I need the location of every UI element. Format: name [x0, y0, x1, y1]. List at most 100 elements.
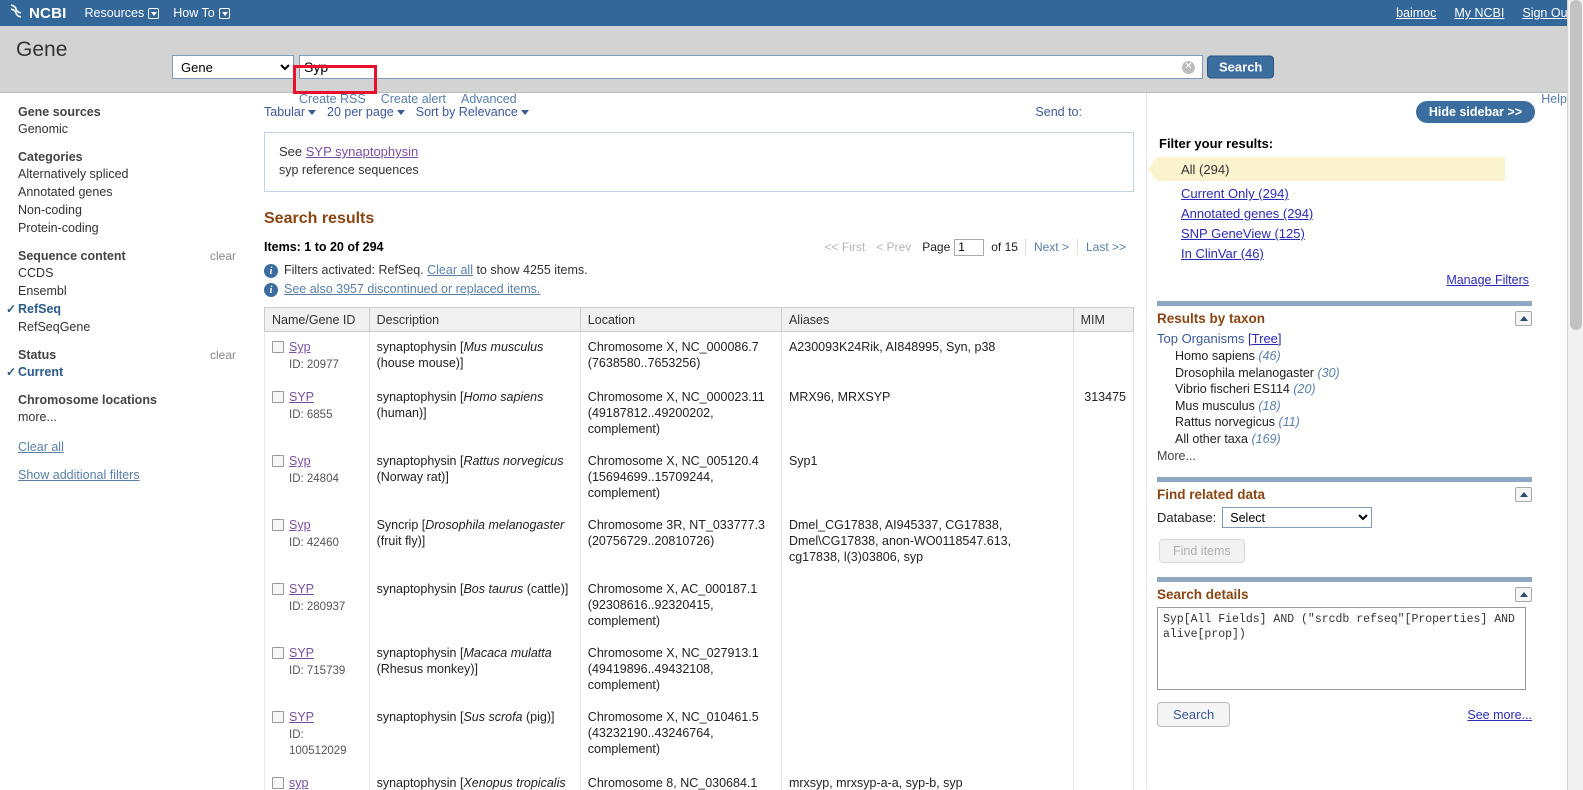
sort-dropdown[interactable]: Sort by Relevance — [416, 105, 529, 119]
species-name: Mus musculus — [463, 340, 544, 354]
col-header-location[interactable]: Location — [579, 307, 782, 332]
filter-link[interactable]: Annotated genes (294) — [1181, 206, 1555, 221]
display-format-dropdown[interactable]: Tabular — [264, 105, 316, 119]
filter-link[interactable]: Current Only (294) — [1181, 186, 1555, 201]
taxon-item[interactable]: Drosophila melanogaster (30) — [1157, 365, 1555, 382]
taxon-item[interactable]: Mus musculus (18) — [1157, 398, 1555, 415]
manage-filters-link[interactable]: Manage Filters — [1157, 273, 1555, 287]
facet-item[interactable]: RefSeq — [6, 300, 258, 318]
facet-item[interactable]: CCDS — [18, 264, 258, 282]
facet-item[interactable]: Alternatively spliced — [18, 165, 258, 183]
facet-clear-link[interactable]: clear — [210, 249, 236, 263]
species-name: Bos taurus — [463, 582, 524, 596]
filter-link[interactable]: In ClinVar (46) — [1181, 246, 1555, 261]
facet-item[interactable]: Protein-coding — [18, 219, 258, 237]
search-details-textarea[interactable] — [1157, 607, 1526, 690]
taxon-more-link[interactable]: More... — [1157, 449, 1555, 463]
gene-symbol-link[interactable]: Syp — [289, 518, 311, 532]
cell-description: Syncrip [Drosophila melanogaster (fruit … — [368, 510, 581, 574]
search-box[interactable]: ✕ — [299, 55, 1203, 79]
gene-symbol-link[interactable]: SYP — [289, 646, 314, 660]
gene-id-label: ID: 715739 — [289, 665, 346, 677]
details-search-button[interactable]: Search — [1157, 702, 1231, 727]
row-checkbox[interactable] — [272, 341, 284, 353]
row-checkbox[interactable] — [272, 711, 284, 723]
scrollbar-thumb[interactable] — [1570, 0, 1582, 330]
gene-symbol-link[interactable]: SYP — [289, 710, 314, 724]
filter-link[interactable]: SNP GeneView (125) — [1181, 226, 1555, 241]
taxon-item[interactable]: Vibrio fischeri ES114 (20) — [1157, 381, 1555, 398]
col-header-aliases[interactable]: Aliases — [780, 307, 1074, 332]
taxon-name: Rattus norvegicus — [1175, 415, 1276, 429]
page-number-input[interactable] — [954, 238, 985, 256]
facet-item[interactable]: Non-coding — [18, 201, 258, 219]
collapse-panel-icon[interactable] — [1515, 311, 1532, 326]
facet-item[interactable]: more... — [18, 408, 258, 426]
facet-item[interactable]: Annotated genes — [18, 183, 258, 201]
filter-all-active[interactable]: All (294) — [1148, 157, 1505, 181]
gene-cell: Syp ID: 20977 — [272, 339, 362, 373]
taxon-item[interactable]: Rattus norvegicus (11) — [1157, 414, 1555, 431]
facet-group-title: Status clear — [18, 348, 258, 362]
gene-cell: SYP ID: 100512029 — [272, 709, 362, 759]
description-suffix: (house mouse)] — [376, 356, 464, 370]
hide-sidebar-button[interactable]: Hide sidebar >> — [1415, 101, 1535, 123]
row-checkbox[interactable] — [272, 519, 284, 531]
gene-symbol-link[interactable]: Syp — [289, 340, 311, 354]
row-checkbox[interactable] — [272, 455, 284, 467]
search-button[interactable]: Search — [1207, 55, 1275, 79]
clear-x-icon[interactable]: ✕ — [1182, 60, 1195, 74]
link-username[interactable]: baimoc — [1396, 6, 1436, 20]
facet-item[interactable]: Genomic — [18, 120, 258, 138]
link-sign-out[interactable]: Sign Out — [1522, 6, 1571, 20]
gene-symbol-link[interactable]: SYP — [289, 582, 314, 596]
per-page-dropdown[interactable]: 20 per page — [327, 105, 405, 119]
description-prefix: synaptophysin [ — [376, 776, 464, 790]
facet-group: Sequence content clearCCDSEnsemblRefSeqRe… — [6, 249, 258, 336]
clear-all-filters-link[interactable]: Clear all — [18, 440, 258, 454]
related-database-select[interactable]: Select — [1222, 507, 1373, 528]
row-checkbox[interactable] — [272, 391, 284, 403]
link-my-ncbi[interactable]: My NCBI — [1454, 6, 1504, 20]
taxon-name: All other taxa — [1175, 431, 1248, 446]
see-also-link[interactable]: SYP synaptophysin — [306, 144, 419, 159]
taxon-tree-link[interactable]: [Tree] — [1248, 331, 1281, 346]
items-and-pager-row: Items: 1 to 20 of 294 << First < Prev Pa… — [264, 237, 1134, 257]
nav-resources[interactable]: Resources — [84, 6, 160, 20]
row-checkbox[interactable] — [272, 647, 284, 659]
facet-item[interactable]: Current — [6, 363, 258, 381]
last-page-button[interactable]: Last >> — [1076, 239, 1134, 255]
gene-symbol-link[interactable]: syp — [289, 776, 308, 790]
facet-clear-link[interactable]: clear — [210, 348, 236, 362]
ncbi-logo[interactable]: NCBI — [8, 3, 66, 23]
send-to-dropdown[interactable]: Send to: — [1035, 105, 1082, 119]
see-also-box: See SYP synaptophysin syp reference sequ… — [264, 132, 1134, 192]
col-header-description[interactable]: Description — [368, 307, 581, 332]
species-name: Xenopus tropicalis — [463, 776, 566, 790]
col-header-name[interactable]: Name/Gene ID — [264, 307, 370, 332]
gene-id-label: ID: 20977 — [289, 359, 339, 371]
row-checkbox[interactable] — [272, 583, 284, 595]
gene-symbol-link[interactable]: Syp — [289, 454, 311, 468]
row-checkbox[interactable] — [272, 777, 284, 789]
details-panel-title: Search details — [1157, 587, 1249, 602]
top-organisms-label: Top Organisms — [1157, 331, 1245, 346]
cell-name-gene-id: SYP ID: 715739 — [264, 638, 370, 702]
gene-symbol-link[interactable]: SYP — [289, 390, 314, 404]
nav-how-to[interactable]: How To — [173, 6, 230, 20]
taxon-item[interactable]: Homo sapiens (46) — [1157, 348, 1555, 365]
notice-link[interactable]: See also 3957 discontinued or replaced i… — [284, 282, 540, 296]
see-more-link[interactable]: See more... — [1467, 708, 1532, 722]
facet-item[interactable]: RefSeqGene — [18, 318, 258, 336]
col-header-mim[interactable]: MIM — [1072, 307, 1135, 332]
taxon-item[interactable]: All other taxa (169) — [1157, 431, 1555, 448]
collapse-panel-icon[interactable] — [1515, 487, 1532, 502]
page-scrollbar[interactable] — [1567, 0, 1583, 790]
next-page-button[interactable]: Next > — [1024, 239, 1077, 255]
facet-item[interactable]: Ensembl — [18, 282, 258, 300]
database-select[interactable]: Gene — [172, 55, 294, 79]
collapse-panel-icon[interactable] — [1515, 587, 1532, 602]
show-additional-filters-link[interactable]: Show additional filters — [18, 468, 258, 482]
notice-link[interactable]: Clear all — [427, 263, 473, 277]
search-input[interactable] — [300, 56, 1182, 78]
